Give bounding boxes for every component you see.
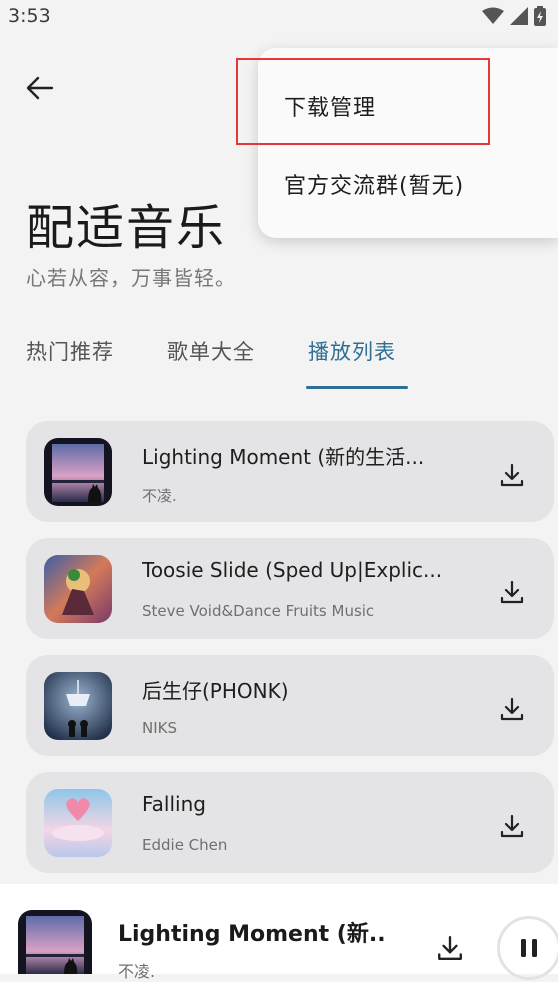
player-title: Lighting Moment (新... [118, 922, 386, 947]
song-cover [44, 789, 112, 857]
arrow-left-icon [26, 76, 54, 100]
download-button[interactable] [494, 574, 530, 610]
pause-button[interactable] [497, 916, 558, 980]
page-title: 配适音乐 [26, 200, 227, 256]
status-icons [482, 6, 546, 26]
player-cover [18, 910, 92, 974]
back-button[interactable] [22, 70, 58, 106]
battery-icon [534, 6, 546, 26]
song-title: Lighting Moment (新的生活... [142, 445, 425, 469]
song-artist: 不凌. [142, 487, 177, 505]
tab-active-indicator [306, 386, 408, 389]
download-button[interactable] [494, 691, 530, 727]
mini-player[interactable]: Lighting Moment (新... 不凌. [0, 884, 558, 981]
download-icon [438, 936, 462, 960]
player-artist: 不凌. [118, 962, 156, 981]
highlight-box [236, 58, 490, 145]
song-item[interactable]: Lighting Moment (新的生活... 不凌. [26, 421, 554, 522]
tab-hot[interactable]: 热门推荐 [26, 336, 114, 366]
wifi-icon [482, 7, 504, 24]
tab-playlists[interactable]: 歌单大全 [167, 336, 255, 366]
pause-icon [521, 939, 537, 957]
song-artist: Steve Void&Dance Fruits Music [142, 602, 375, 620]
song-cover [44, 555, 112, 623]
status-time: 3:53 [8, 5, 51, 27]
song-title: Toosie Slide (Sped Up|Explic... [142, 558, 443, 582]
menu-item-official-group[interactable]: 官方交流群(暂无) [284, 168, 464, 200]
tab-play-list[interactable]: 播放列表 [308, 336, 396, 366]
song-artist: NIKS [142, 719, 178, 737]
song-item[interactable]: 后生仔(PHONK) NIKS [26, 655, 554, 756]
download-icon [500, 814, 524, 838]
page-subtitle: 心若从容，万事皆轻。 [26, 266, 236, 290]
song-title: Falling [142, 792, 206, 816]
download-button[interactable] [494, 457, 530, 493]
player-download-button[interactable] [432, 930, 468, 966]
song-title: 后生仔(PHONK) [142, 679, 289, 703]
song-item[interactable]: Falling Eddie Chen [26, 772, 554, 873]
status-bar: 3:53 [0, 0, 558, 36]
download-icon [500, 697, 524, 721]
song-artist: Eddie Chen [142, 836, 228, 854]
download-button[interactable] [494, 808, 530, 844]
download-icon [500, 463, 524, 487]
download-icon [500, 580, 524, 604]
song-cover [44, 438, 112, 506]
signal-icon [510, 7, 528, 25]
song-item[interactable]: Toosie Slide (Sped Up|Explic... Steve Vo… [26, 538, 554, 639]
song-cover [44, 672, 112, 740]
